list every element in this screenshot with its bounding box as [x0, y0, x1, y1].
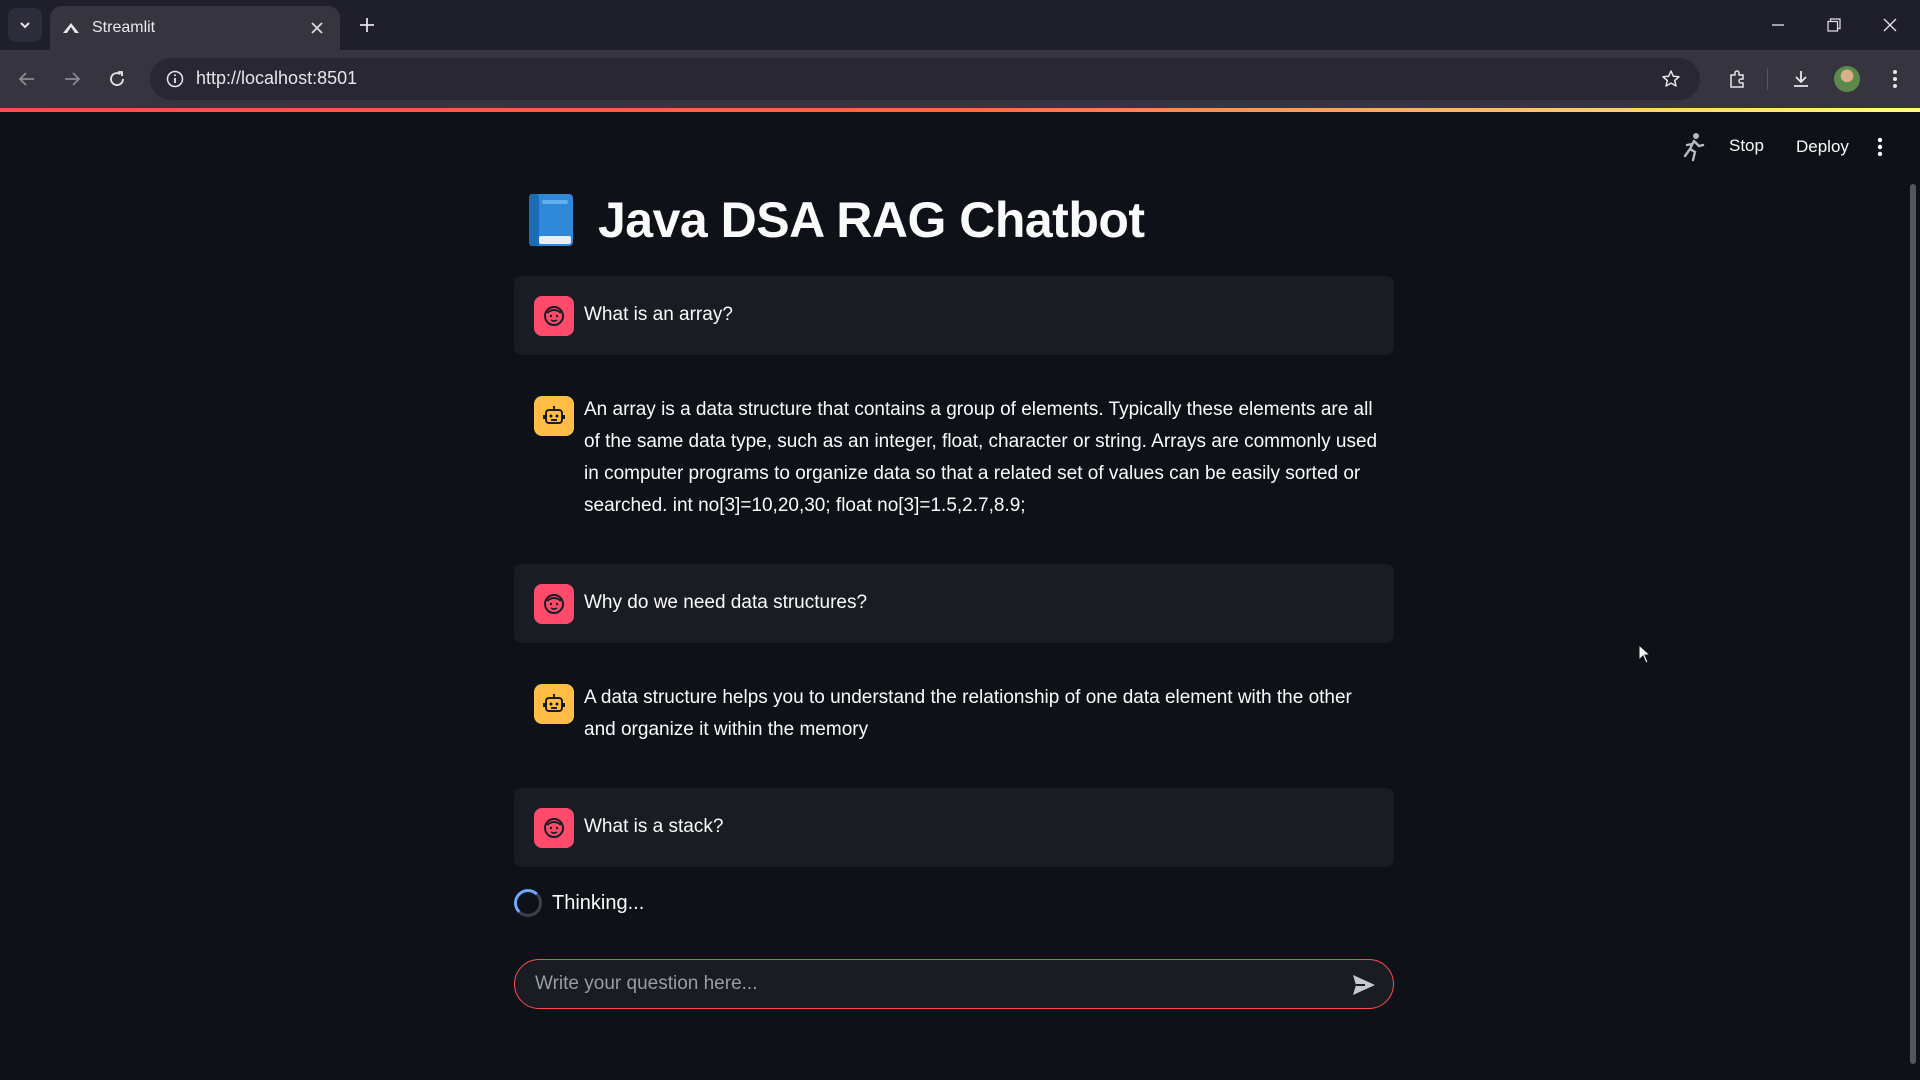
blue-book-icon: [526, 192, 576, 248]
site-info-icon[interactable]: [162, 66, 188, 92]
page-title: Java DSA RAG Chatbot: [598, 192, 1145, 248]
browser-tab[interactable]: Streamlit: [50, 6, 340, 50]
running-man-icon: [1678, 130, 1708, 164]
minimize-button[interactable]: [1750, 0, 1806, 50]
back-button[interactable]: [10, 62, 44, 96]
message-text: Why do we need data structures?: [584, 592, 868, 613]
user-face-icon: [534, 808, 574, 848]
spinner-icon: [514, 889, 542, 917]
chat-message-assistant: An array is a data structure that contai…: [514, 376, 1394, 526]
profile-avatar[interactable]: [1834, 66, 1860, 92]
extensions-icon[interactable]: [1722, 64, 1752, 94]
stop-button[interactable]: Stop: [1729, 136, 1764, 156]
tab-close-icon[interactable]: [306, 17, 328, 39]
chat-message-assistant: A data structure helps you to understand…: [514, 664, 1394, 762]
send-button[interactable]: [1349, 970, 1379, 1000]
tab-title: Streamlit: [92, 19, 156, 36]
chat-input-container: [514, 959, 1394, 1009]
tab-search-button[interactable]: [8, 8, 42, 42]
address-bar[interactable]: [150, 58, 1700, 100]
toolbar-separator: [1767, 68, 1768, 90]
reload-icon: [110, 71, 124, 86]
bookmark-star-icon[interactable]: [1656, 64, 1686, 94]
mouse-cursor-icon: [1638, 643, 1652, 669]
thinking-status: Thinking...: [514, 888, 644, 918]
arrow-right-icon: [65, 72, 81, 86]
streamlit-decoration-bar: [0, 108, 1920, 112]
close-icon: [1883, 18, 1897, 32]
deploy-button[interactable]: Deploy: [1796, 137, 1849, 157]
chat-message-user: What is an array?: [514, 276, 1394, 355]
message-text: A data structure helps you to understand…: [584, 687, 1352, 740]
user-face-icon: [534, 296, 574, 336]
streamlit-logo-icon: [62, 19, 80, 37]
new-tab-button[interactable]: [352, 10, 382, 40]
plus-icon: [360, 18, 374, 32]
download-icon[interactable]: [1786, 64, 1816, 94]
robot-icon: [534, 684, 574, 724]
address-url[interactable]: http://localhost:8501: [196, 68, 357, 89]
message-text: An array is a data structure that contai…: [584, 399, 1378, 516]
chat-message-user: What is a stack?: [514, 788, 1394, 867]
chat-message-user: Why do we need data structures?: [514, 564, 1394, 643]
send-icon: [1353, 975, 1375, 995]
close-window-button[interactable]: [1862, 0, 1918, 50]
message-text: What is a stack?: [584, 816, 724, 837]
user-face-icon: [534, 584, 574, 624]
robot-icon: [534, 396, 574, 436]
restore-icon: [1827, 18, 1841, 32]
thinking-text: Thinking...: [552, 891, 645, 914]
chevron-down-icon: [20, 22, 30, 29]
scrollbar-thumb[interactable]: [1910, 184, 1916, 1064]
arrow-left-icon: [18, 72, 34, 86]
browser-menu-icon[interactable]: [1880, 64, 1910, 94]
reload-button[interactable]: [100, 62, 134, 96]
forward-button[interactable]: [55, 62, 89, 96]
page-title-row: Java DSA RAG Chatbot: [526, 185, 1145, 255]
message-text: What is an array?: [584, 304, 733, 325]
chat-input[interactable]: [535, 960, 1335, 1007]
restore-button[interactable]: [1806, 0, 1862, 50]
minimize-icon: [1772, 24, 1784, 26]
app-menu-icon[interactable]: [1869, 132, 1891, 162]
